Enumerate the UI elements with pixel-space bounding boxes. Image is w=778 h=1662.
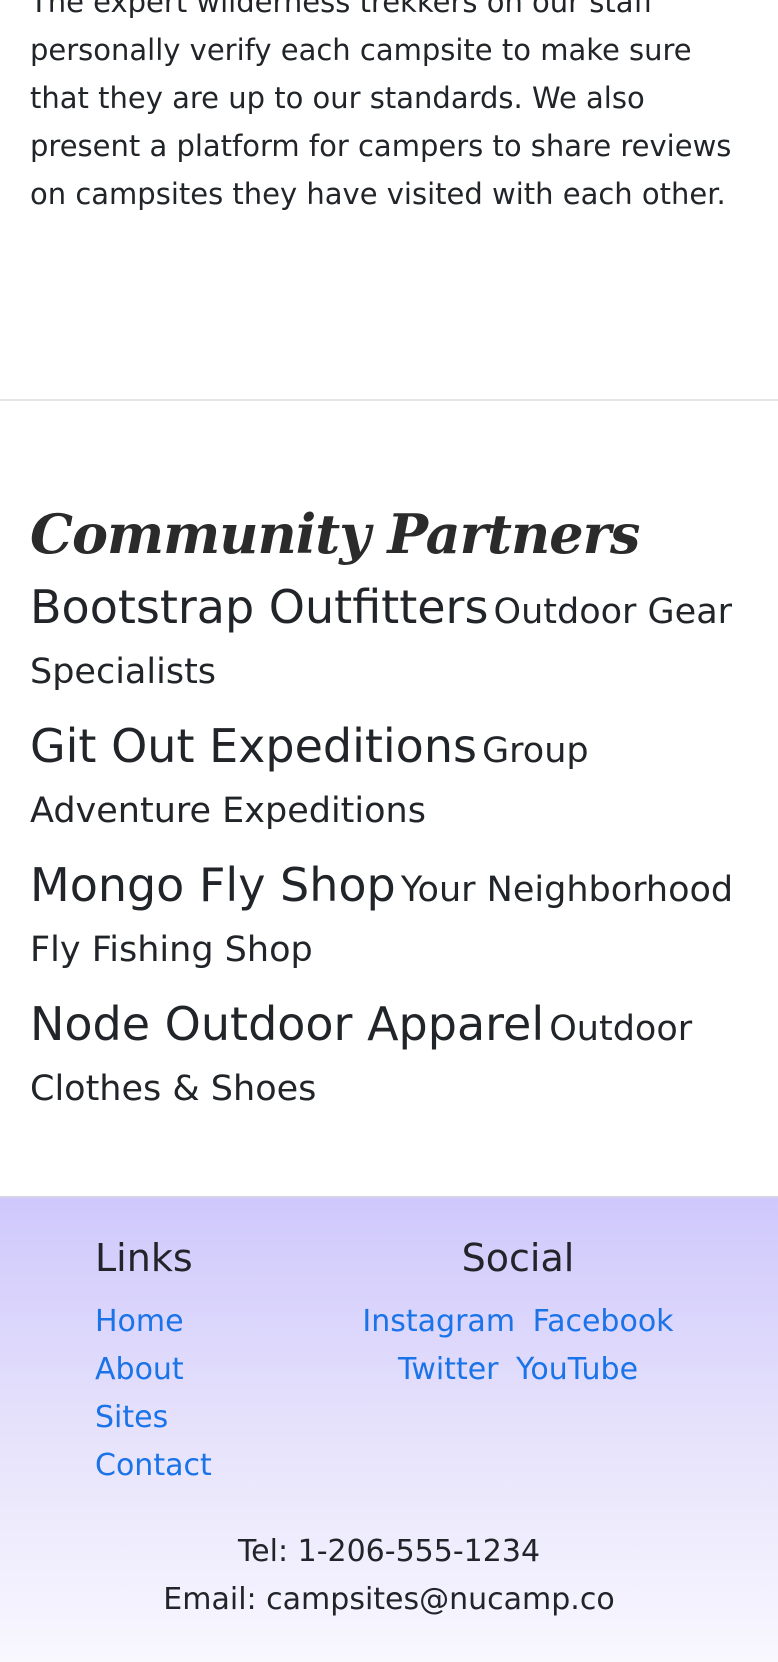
partner-list: Bootstrap Outfitters Outdoor Gear Specia… bbox=[30, 580, 760, 1136]
about-intro-text: The expert wilderness trekkers on our st… bbox=[30, 0, 732, 211]
partner-name: Git Out Expeditions bbox=[30, 719, 477, 773]
community-partners-heading: Community Partners bbox=[30, 502, 640, 566]
contact-phone: Tel: 1-206-555-1234 bbox=[237, 1534, 541, 1569]
page: The expert wilderness trekkers on our st… bbox=[0, 0, 778, 1662]
social-link-instagram[interactable]: Instagram bbox=[362, 1304, 515, 1339]
social-links: Instagram Facebook Twitter YouTube bbox=[340, 1298, 696, 1394]
partner-item: Mongo Fly Shop Your Neighborhood Fly Fis… bbox=[30, 858, 760, 983]
partner-name: Mongo Fly Shop bbox=[30, 858, 396, 912]
partner-item: Node Outdoor Apparel Outdoor Clothes & S… bbox=[30, 997, 760, 1122]
footer-links-column: Links Home About Sites Contact bbox=[95, 1234, 355, 1490]
footer-link-home[interactable]: Home bbox=[95, 1304, 184, 1339]
site-footer: Links Home About Sites Contact Social In… bbox=[0, 1196, 778, 1662]
partner-name: Node Outdoor Apparel bbox=[30, 997, 545, 1051]
footer-link-about[interactable]: About bbox=[95, 1352, 184, 1387]
partner-item: Git Out Expeditions Group Adventure Expe… bbox=[30, 719, 760, 844]
footer-social-column: Social Instagram Facebook Twitter YouTub… bbox=[340, 1234, 696, 1394]
social-heading: Social bbox=[461, 1236, 575, 1280]
partner-item: Bootstrap Outfitters Outdoor Gear Specia… bbox=[30, 580, 760, 705]
links-heading: Links bbox=[95, 1236, 193, 1280]
social-link-youtube[interactable]: YouTube bbox=[516, 1352, 638, 1387]
footer-link-item: Contact bbox=[95, 1442, 355, 1490]
footer-link-contact[interactable]: Contact bbox=[95, 1448, 212, 1483]
footer-link-sites[interactable]: Sites bbox=[95, 1400, 168, 1435]
partner-name: Bootstrap Outfitters bbox=[30, 580, 489, 634]
footer-link-item: Home bbox=[95, 1298, 355, 1346]
social-link-facebook[interactable]: Facebook bbox=[533, 1304, 674, 1339]
footer-link-item: About bbox=[95, 1346, 355, 1394]
footer-links-list: Home About Sites Contact bbox=[95, 1298, 355, 1490]
contact-email: Email: campsites@nucamp.co bbox=[163, 1582, 615, 1617]
social-link-twitter[interactable]: Twitter bbox=[398, 1352, 499, 1387]
footer-contact: Tel: 1-206-555-1234 Email: campsites@nuc… bbox=[0, 1528, 778, 1624]
section-divider bbox=[0, 399, 778, 401]
footer-link-item: Sites bbox=[95, 1394, 355, 1442]
